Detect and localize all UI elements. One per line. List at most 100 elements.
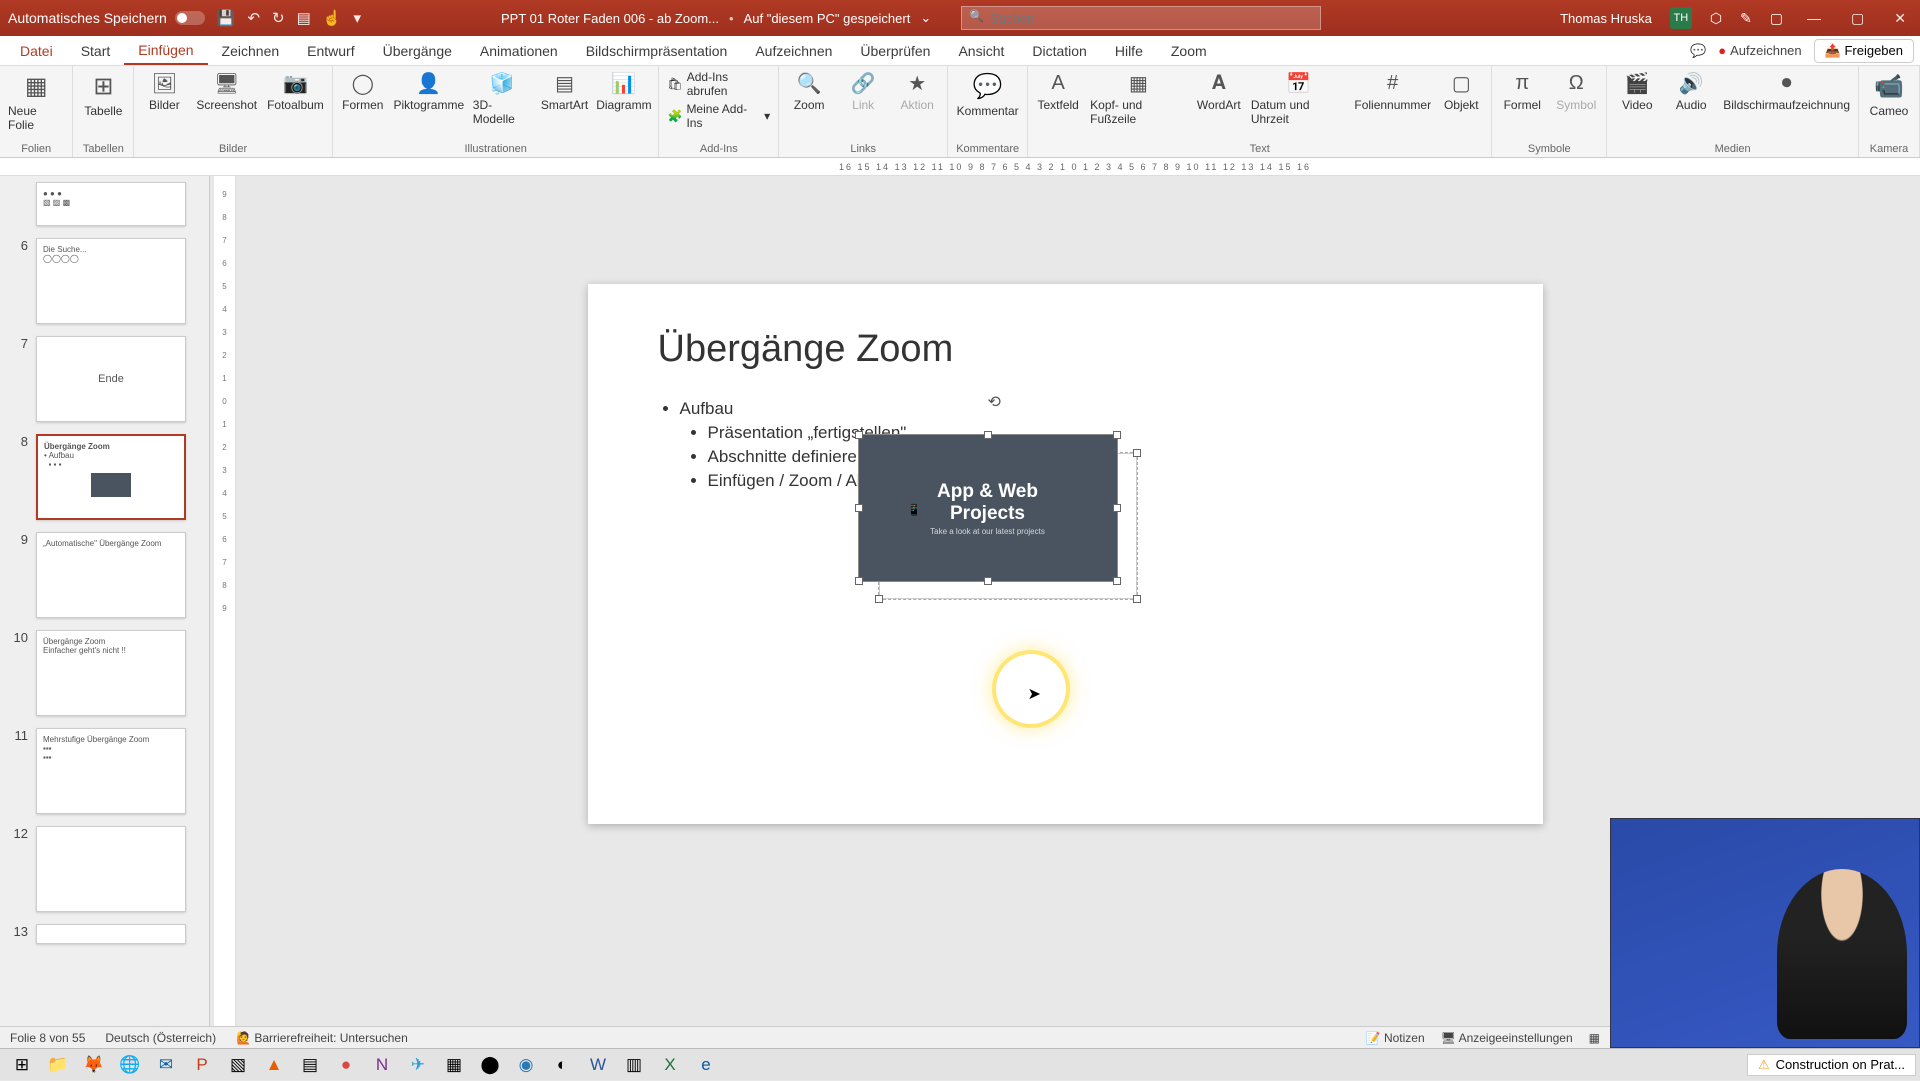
obs-icon[interactable]: ⬤: [472, 1049, 508, 1081]
selection-handle[interactable]: [1113, 577, 1121, 585]
telegram-icon[interactable]: ✈: [400, 1049, 436, 1081]
tab-help[interactable]: Hilfe: [1101, 36, 1157, 65]
photoalbum-button[interactable]: 📷Fotoalbum: [267, 70, 324, 112]
search-input[interactable]: [961, 6, 1321, 30]
textbox-button[interactable]: ATextfeld: [1036, 70, 1080, 112]
document-title[interactable]: PPT 01 Roter Faden 006 - ab Zoom... • Au…: [501, 10, 931, 26]
tab-transitions[interactable]: Übergänge: [369, 36, 466, 65]
search-box[interactable]: [961, 6, 1321, 30]
language-status[interactable]: Deutsch (Österreich): [105, 1031, 216, 1045]
thumb-slide-6[interactable]: 6Die Suche...◯◯◯◯: [10, 238, 199, 324]
thumb-slide-9[interactable]: 9„Automatische" Übergänge Zoom: [10, 532, 199, 618]
my-addins-button[interactable]: 🧩Meine Add-Ins ▾: [667, 102, 770, 130]
cameo-button[interactable]: 📹Cameo: [1867, 70, 1911, 118]
audio-button[interactable]: 🔊Audio: [1669, 70, 1713, 112]
thumb-slide-8[interactable]: 8Übergänge Zoom• Aufbau ▪ ▪ ▪: [10, 434, 199, 520]
view-normal-icon[interactable]: ▦: [1589, 1031, 1600, 1045]
chart-button[interactable]: 📊Diagramm: [597, 70, 650, 112]
thumb-slide-12[interactable]: 12: [10, 826, 199, 912]
current-slide[interactable]: Übergänge Zoom Aufbau Präsentation „fert…: [588, 284, 1543, 824]
screenshot-button[interactable]: 🖥Screenshot: [196, 70, 257, 112]
smartart-button[interactable]: ▤SmartArt: [542, 70, 588, 112]
tab-slideshow[interactable]: Bildschirmpräsentation: [572, 36, 742, 65]
selection-handle[interactable]: [855, 431, 863, 439]
tab-dictation[interactable]: Dictation: [1018, 36, 1100, 65]
tab-animations[interactable]: Animationen: [466, 36, 572, 65]
touch-icon[interactable]: ☝: [323, 9, 342, 27]
chevron-down-icon[interactable]: ⌄: [920, 10, 931, 26]
minimize-button[interactable]: —: [1801, 10, 1827, 26]
autosave-toggle[interactable]: Automatisches Speichern: [8, 10, 205, 26]
tab-start[interactable]: Start: [67, 36, 125, 65]
selection-handle[interactable]: [855, 504, 863, 512]
thumb-slide-13[interactable]: 13: [10, 924, 199, 944]
slide-count[interactable]: Folie 8 von 55: [10, 1031, 85, 1045]
share-button[interactable]: 📤 Freigeben: [1814, 39, 1914, 63]
app-icon[interactable]: ▦: [436, 1049, 472, 1081]
thumb-slide-10[interactable]: 10Übergänge ZoomEinfacher geht's nicht !…: [10, 630, 199, 716]
shapes-button[interactable]: ◯Formen: [341, 70, 385, 112]
accessibility-status[interactable]: 🙋 Barrierefreiheit: Untersuchen: [236, 1031, 408, 1045]
save-icon[interactable]: 💾: [217, 9, 236, 27]
link-button[interactable]: 🔗Link: [841, 70, 885, 112]
word-icon[interactable]: W: [580, 1049, 616, 1081]
window-icon[interactable]: ▢: [1770, 10, 1783, 27]
app-icon[interactable]: ●: [328, 1049, 364, 1081]
undo-icon[interactable]: ↶: [247, 9, 260, 27]
get-addins-button[interactable]: 🛍Add-Ins abrufen: [667, 70, 770, 98]
tab-insert[interactable]: Einfügen: [124, 36, 207, 65]
collapse-ribbon-icon[interactable]: 💬: [1690, 43, 1706, 59]
thumb-slide-5[interactable]: ● ● ●▧ ▨ ▩: [10, 182, 199, 226]
thumb-slide-7[interactable]: 7Ende: [10, 336, 199, 422]
webex-icon[interactable]: ⬡: [1710, 10, 1722, 27]
user-avatar[interactable]: TH: [1670, 7, 1692, 29]
zoom-object-selection[interactable]: ⟲ 📱 App & Web Projects Take a look at ou…: [858, 434, 1118, 582]
selection-handle[interactable]: [1113, 431, 1121, 439]
comment-button[interactable]: 💬Kommentar: [957, 70, 1019, 118]
chrome-icon[interactable]: 🌐: [112, 1049, 148, 1081]
selection-handle[interactable]: [1113, 504, 1121, 512]
selection-handle[interactable]: [1133, 449, 1141, 457]
notes-button[interactable]: 📝 Notizen: [1366, 1031, 1425, 1045]
video-button[interactable]: 🎬Video: [1615, 70, 1659, 112]
outlook-icon[interactable]: ✉: [148, 1049, 184, 1081]
app-icon[interactable]: ▤: [292, 1049, 328, 1081]
tab-draw[interactable]: Zeichnen: [208, 36, 294, 65]
datetime-button[interactable]: 📅Datum und Uhrzeit: [1251, 70, 1346, 126]
slide-title[interactable]: Übergänge Zoom: [658, 328, 1473, 371]
symbol-button[interactable]: ΩSymbol: [1554, 70, 1598, 112]
slide-thumbnail-panel[interactable]: ● ● ●▧ ▨ ▩ 6Die Suche...◯◯◯◯ 7Ende 8Über…: [0, 176, 210, 1044]
app-icon[interactable]: ◉: [508, 1049, 544, 1081]
zoom-object-front[interactable]: 📱 App & Web Projects Take a look at our …: [858, 434, 1118, 582]
new-slide-button[interactable]: ▦Neue Folie: [8, 70, 64, 132]
tab-view[interactable]: Ansicht: [944, 36, 1018, 65]
wordart-button[interactable]: 𝐀WordArt: [1197, 70, 1241, 112]
close-button[interactable]: ✕: [1888, 10, 1912, 27]
edge-icon[interactable]: e: [688, 1049, 724, 1081]
screenrec-button[interactable]: ⏺Bildschirmaufzeichnung: [1723, 70, 1850, 112]
rotation-handle-icon[interactable]: ⟲: [988, 392, 1001, 412]
user-name[interactable]: Thomas Hruska: [1560, 11, 1652, 26]
present-icon[interactable]: ▤: [297, 9, 311, 27]
icons-button[interactable]: 👤Piktogramme: [395, 70, 463, 112]
powerpoint-icon[interactable]: P: [184, 1049, 220, 1081]
images-button[interactable]: 🖼Bilder: [142, 70, 186, 112]
selection-handle[interactable]: [984, 577, 992, 585]
object-button[interactable]: ▢Objekt: [1439, 70, 1483, 112]
maximize-button[interactable]: ▢: [1845, 10, 1870, 27]
selection-handle[interactable]: [875, 595, 883, 603]
headerfooter-button[interactable]: ▦Kopf- und Fußzeile: [1090, 70, 1187, 126]
record-button[interactable]: Aufzeichnen: [1718, 43, 1801, 58]
action-button[interactable]: ★Aktion: [895, 70, 939, 112]
equation-button[interactable]: πFormel: [1500, 70, 1544, 112]
table-button[interactable]: ⊞Tabelle: [81, 70, 125, 118]
selection-handle[interactable]: [855, 577, 863, 585]
toggle-switch-icon[interactable]: [175, 11, 205, 25]
app-icon[interactable]: ▧: [220, 1049, 256, 1081]
slidenumber-button[interactable]: #Foliennummer: [1356, 70, 1429, 112]
tab-review[interactable]: Überprüfen: [846, 36, 944, 65]
draw-icon[interactable]: ✎: [1740, 10, 1752, 27]
app-icon[interactable]: ◐: [544, 1049, 580, 1081]
tab-design[interactable]: Entwurf: [293, 36, 368, 65]
excel-icon[interactable]: X: [652, 1049, 688, 1081]
